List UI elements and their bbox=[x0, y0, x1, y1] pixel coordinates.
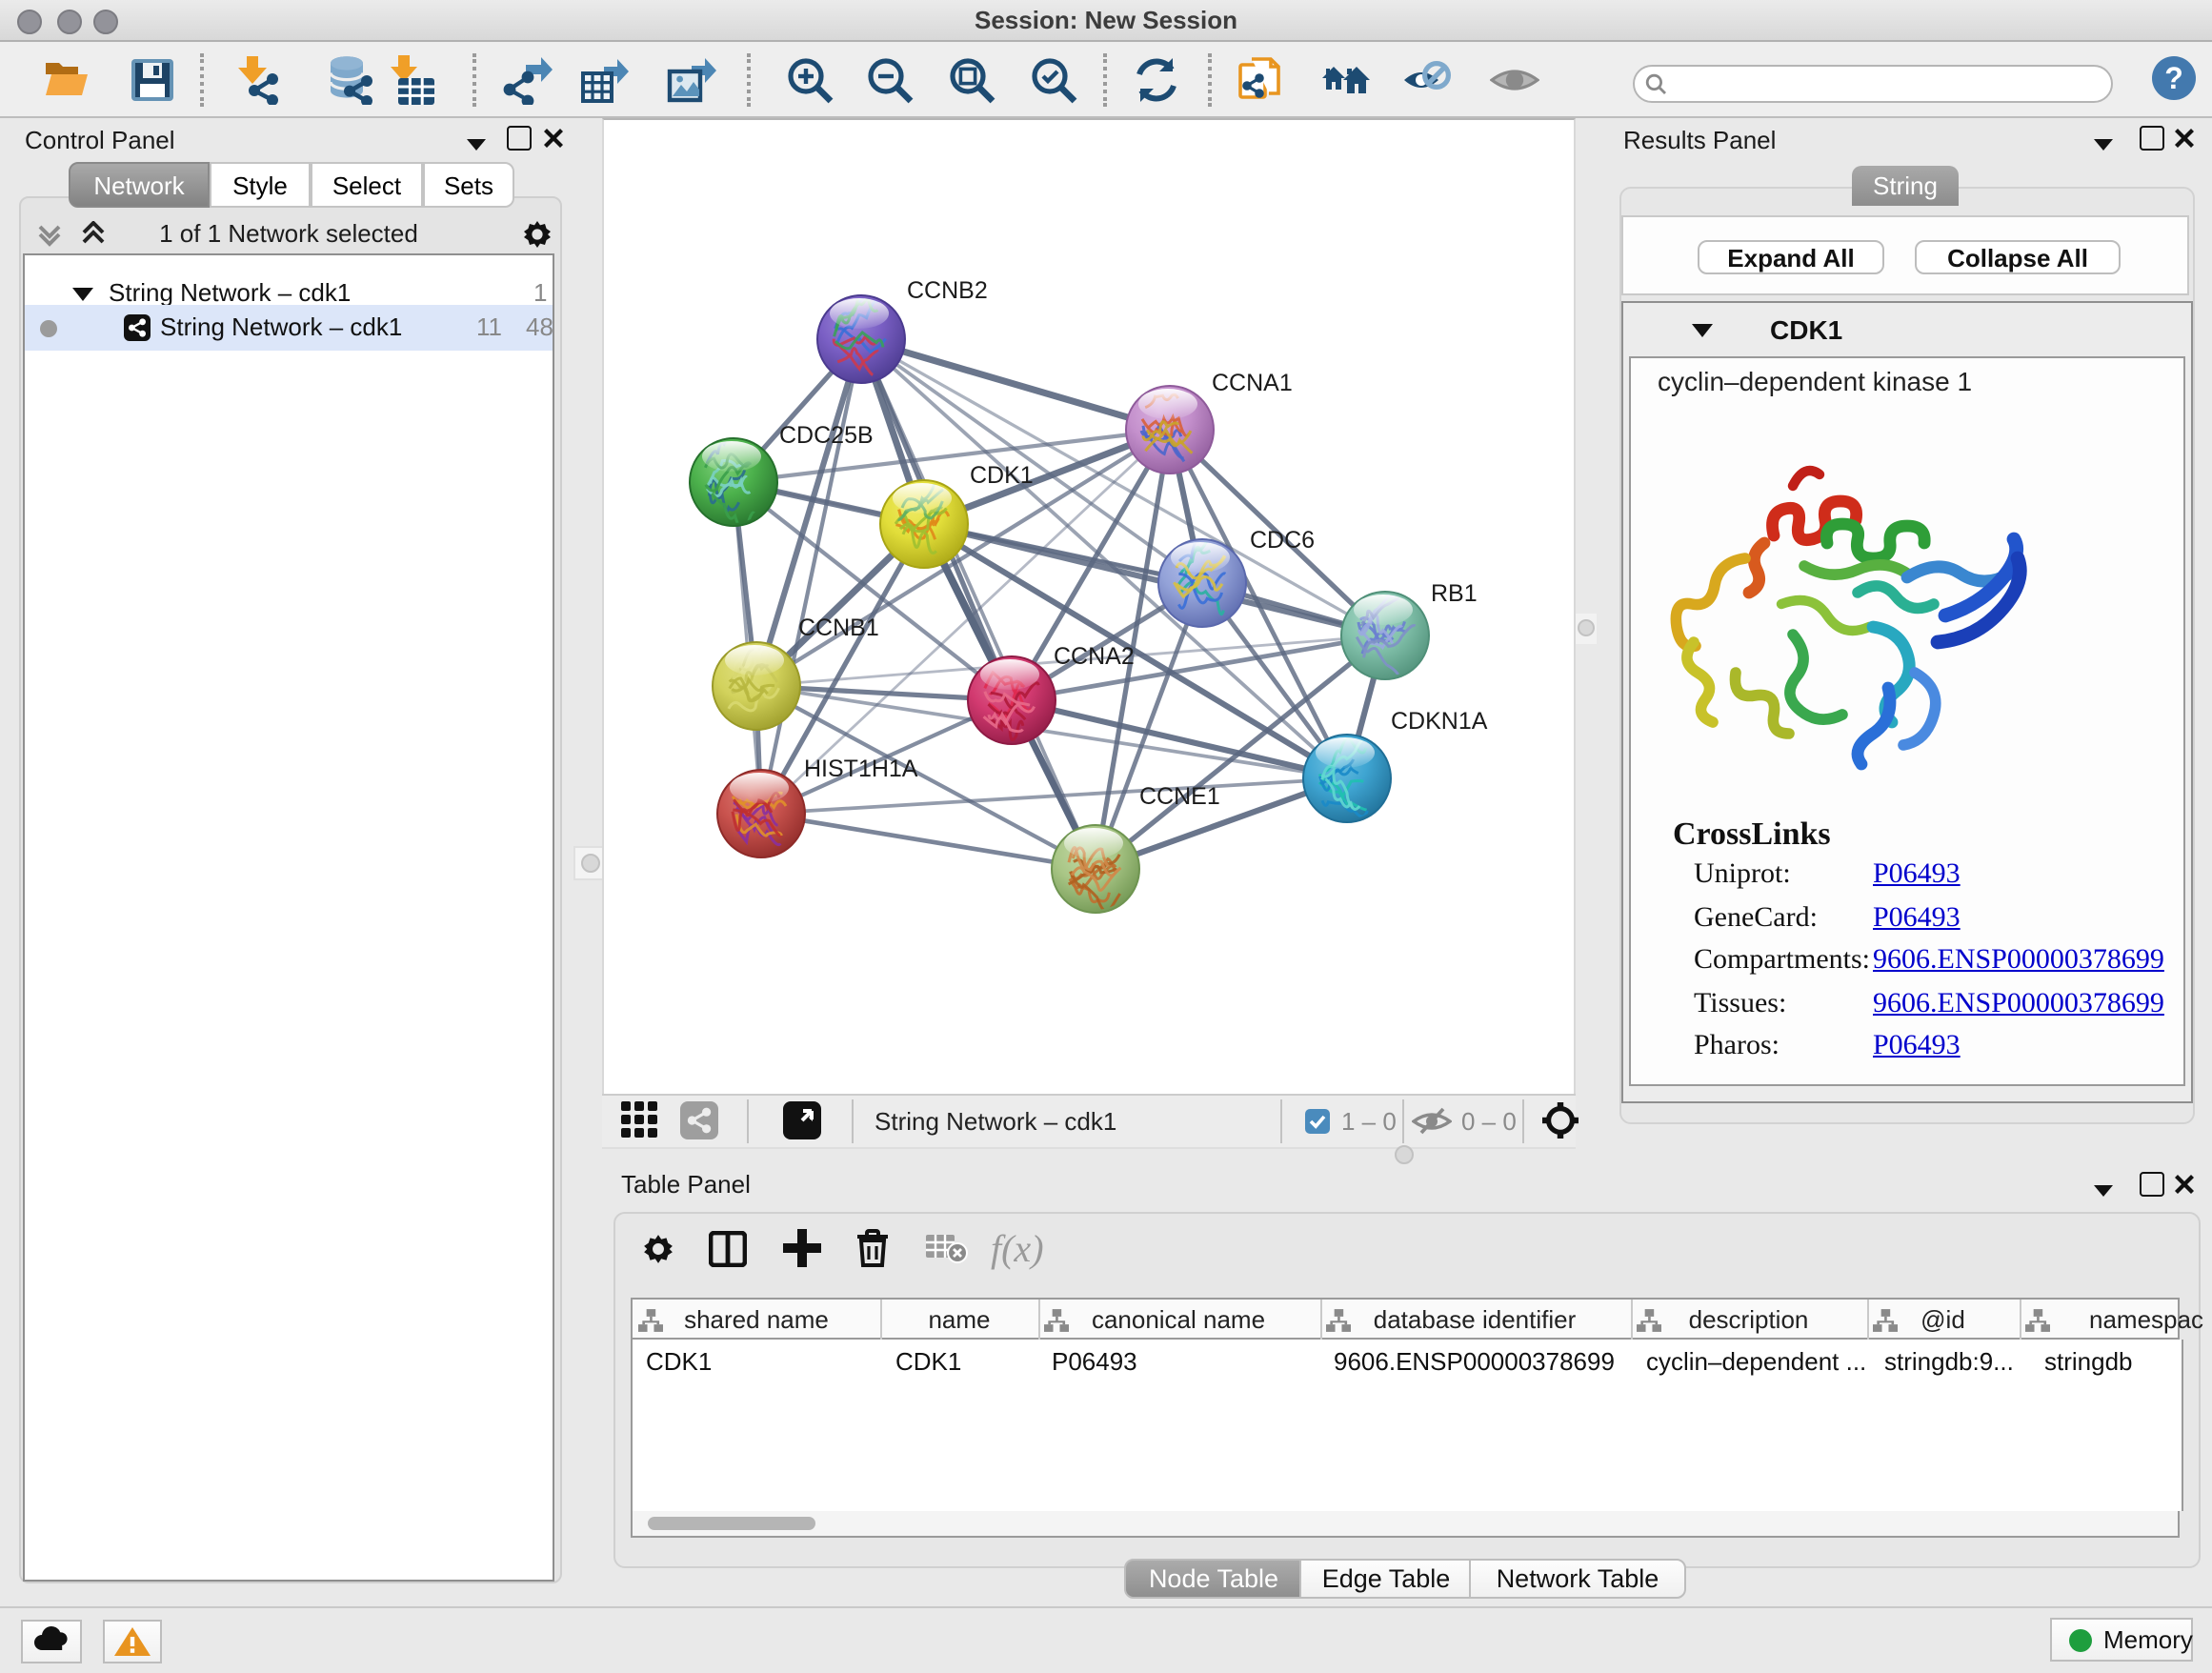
svg-text:CCNB1: CCNB1 bbox=[798, 615, 879, 641]
svg-text:CDC6: CDC6 bbox=[1250, 527, 1315, 554]
svg-text:CCNE1: CCNE1 bbox=[1139, 783, 1220, 810]
svg-text:CCNA1: CCNA1 bbox=[1212, 370, 1293, 396]
svg-text:CCNB2: CCNB2 bbox=[907, 277, 988, 304]
svg-text:CCNA2: CCNA2 bbox=[1054, 643, 1135, 670]
svg-text:CDKN1A: CDKN1A bbox=[1391, 708, 1488, 735]
svg-text:HIST1H1A: HIST1H1A bbox=[804, 756, 918, 782]
svg-text:?: ? bbox=[2164, 61, 2183, 95]
svg-text:RB1: RB1 bbox=[1431, 580, 1478, 607]
svg-text:CDC25B: CDC25B bbox=[779, 422, 874, 449]
svg-text:CDK1: CDK1 bbox=[970, 462, 1034, 489]
